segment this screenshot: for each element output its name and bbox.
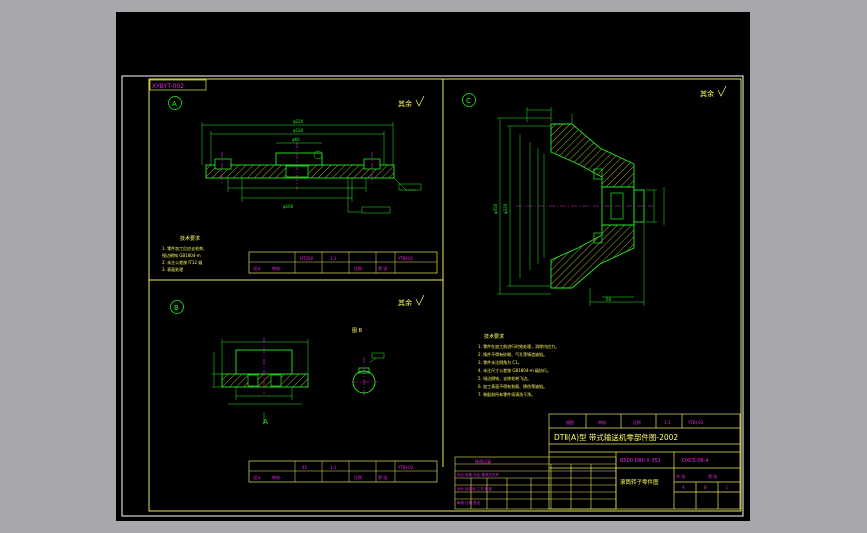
svg-text:审核: 审核	[272, 474, 280, 480]
title-strip-a: 设计 审核 HT200 1:1 比例 第 张 YTBJ-01	[248, 251, 438, 274]
notes-c-line-6: 6. 加工表面不得有划痕、擦伤等缺陷。	[478, 383, 547, 389]
svg-text:第 张: 第 张	[378, 474, 387, 480]
roughness-note-b: 其余	[398, 298, 412, 307]
notes-a-line-3: 2. 未注公差按 IT12 级	[162, 259, 202, 265]
inner-border	[148, 78, 742, 512]
cad-drawing[interactable]: XYBYT-002 A 其余 φ220 φ180 φ60 φ160 技术要求 1. …	[116, 12, 750, 521]
drawing-stamp: XYBYT-002	[152, 83, 184, 90]
svg-text:60: 60	[606, 297, 612, 302]
svg-text:φ320: φ320	[503, 203, 508, 214]
roughness-symbol-c	[717, 85, 727, 97]
notes-a-line-2: 锐边倒钝 GB1804-m	[162, 252, 201, 258]
part-name: 滚筒转子零件图	[620, 478, 659, 486]
title-strip-b: 设计 审核 45 1:1 比例 第 张 YTBJ-02	[248, 460, 438, 483]
aux-view-label: 图 B	[352, 328, 363, 334]
title-right-cell-5: C	[726, 485, 729, 490]
notes-c-line-2: 2. 铸件不得有砂眼、气孔等铸造缺陷。	[478, 351, 547, 357]
roughness-note-a: 其余	[398, 99, 412, 108]
svg-text:YTBJ-02: YTBJ-02	[397, 465, 414, 470]
part-c-upper-section	[550, 123, 635, 188]
title-header-cell-3: 比例	[633, 419, 641, 425]
notes-a-line-1: 1. 零件加工后应去毛刺、	[162, 245, 207, 251]
revision-table-header: 修改记录	[475, 458, 491, 464]
svg-text:1:1: 1:1	[330, 465, 337, 470]
svg-text:φ350: φ350	[493, 203, 498, 214]
svg-text:φ180: φ180	[293, 128, 304, 133]
svg-text:比例: 比例	[354, 265, 362, 271]
title-right-cell-1: 共 张	[676, 473, 685, 479]
view-c-part	[516, 123, 656, 289]
aux-view-b	[352, 352, 385, 396]
title-right-cell-2: 第 张	[708, 473, 717, 479]
part-b-base	[221, 373, 309, 388]
roughness-note-c: 其余	[700, 89, 714, 98]
drawing-spec: B500 D80 X 351	[620, 458, 661, 464]
title-header-cell-2: 审核	[598, 419, 606, 425]
title-right-cell-3: A	[682, 485, 685, 490]
title-header-cell-1: 描图	[566, 419, 574, 425]
drawing-title: DTⅡ(A)型 带式输送机零部件图-2002	[554, 432, 678, 442]
notes-c-line-7: 7. 装配前所有零件须清洗干净。	[478, 391, 535, 397]
roughness-symbol-b	[415, 294, 425, 306]
notes-c-line-3: 3. 零件未注倒角为 C1。	[478, 359, 522, 365]
notes-c-line-4: 4. 未注尺寸公差按 GB1804-m 级执行。	[478, 367, 551, 373]
part-c-lower-section	[550, 224, 635, 289]
outer-frame	[121, 75, 744, 517]
view-b-part	[221, 337, 309, 394]
svg-text:φ60: φ60	[292, 137, 300, 142]
view-b-label: B	[174, 304, 179, 312]
part-a-boss	[275, 152, 323, 166]
svg-text:HT200: HT200	[300, 256, 314, 261]
svg-text:第 张: 第 张	[378, 265, 387, 271]
section-b-label: A	[263, 418, 268, 426]
svg-text:设计: 设计	[253, 265, 261, 271]
title-header-cell-5: YTBJ-03	[687, 420, 704, 425]
notes-a-line-4: 3. 表面处理	[162, 266, 183, 272]
view-c-label: C	[466, 97, 471, 105]
title-header-cell-4: 1:1	[664, 420, 671, 425]
title-right-cell-4: B	[704, 485, 707, 490]
svg-text:φ160: φ160	[283, 204, 294, 209]
drawing-code: DXCS-06-4	[682, 458, 709, 464]
svg-text:比例: 比例	[354, 474, 362, 480]
revision-row-1: 标记 处数 分区 更改文件号	[457, 472, 499, 477]
svg-text:YTBJ-01: YTBJ-01	[397, 256, 414, 261]
notes-c-line-1: 1. 零件在加工前进行时效处理，消除内应力。	[478, 343, 559, 349]
svg-text:设计: 设计	[253, 474, 261, 480]
part-a-slot-left	[214, 158, 232, 170]
revision-row-3: 审核 日期 签名	[457, 500, 480, 505]
svg-text:45: 45	[302, 465, 308, 470]
notes-c-title: 技术要求	[484, 333, 504, 340]
roughness-symbol-a	[415, 95, 425, 107]
view-a-dim-text: φ220 φ180 φ60 φ160	[283, 119, 304, 209]
notes-c-line-5: 5. 锐边倒钝，去除毛刺飞边。	[478, 375, 531, 381]
drawing-viewport[interactable]: XYBYT-002 A 其余 φ220 φ180 φ60 φ160 技术要求 1. …	[116, 12, 750, 521]
svg-text:φ220: φ220	[293, 119, 304, 124]
svg-text:1:1: 1:1	[330, 256, 337, 261]
svg-text:审核: 审核	[272, 265, 280, 271]
revision-row-2: 设计 标准化 工艺 批准	[457, 486, 492, 491]
view-a-label: A	[172, 100, 177, 108]
notes-a-title: 技术要求	[180, 235, 200, 242]
